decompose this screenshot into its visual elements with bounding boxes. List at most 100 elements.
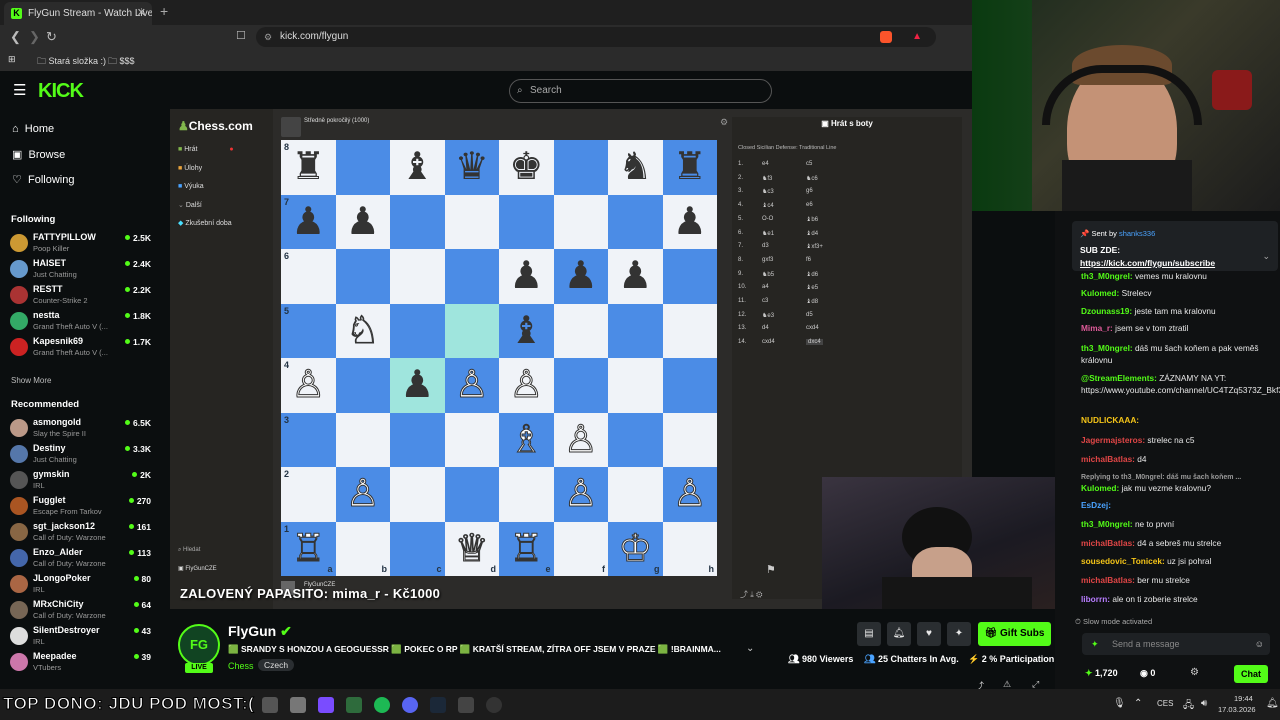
channel-item[interactable]: RESTT Counter-Strike 2 2.2K — [10, 284, 155, 310]
chat-message[interactable]: th3_M0ngrel: vemes mu kralovnu — [1081, 271, 1277, 283]
chat-message[interactable]: EsDzej: — [1081, 500, 1277, 512]
move-white[interactable]: ♞e1 — [762, 230, 774, 237]
square-h5[interactable] — [662, 303, 717, 358]
back-icon[interactable]: ❮ — [10, 29, 21, 45]
black-piece-icon[interactable]: ♝ — [400, 146, 434, 188]
nav-home[interactable]: ⌂ Home — [12, 123, 54, 135]
chat-message[interactable]: Kulomed: Strelecv — [1081, 288, 1277, 300]
square-a7[interactable]: ♟ 7 — [281, 194, 336, 249]
chat-username[interactable]: Jagermajsteros: — [1081, 435, 1145, 445]
chess-menu-more[interactable]: ⌄ Další — [178, 197, 234, 216]
chess-search[interactable]: ⌕ Hledat — [178, 547, 200, 554]
chat-username[interactable]: sousedovic_Tonicek: — [1081, 556, 1165, 566]
volume-icon[interactable]: 🔊︎ — [1201, 698, 1207, 709]
taskbar-app-icon[interactable] — [290, 697, 306, 713]
square-f3[interactable]: ♙ — [553, 412, 608, 467]
black-piece-icon[interactable]: ♟ — [673, 201, 707, 243]
square-a6[interactable]: 6 — [281, 249, 336, 304]
channel-item[interactable]: JLongoPoker IRL 80 — [10, 573, 155, 599]
move-black[interactable]: dxc4 — [806, 339, 823, 346]
chat-username[interactable]: Dzounass19: — [1081, 306, 1132, 316]
notify-bell-icon[interactable]: 🔔︎ — [887, 622, 911, 646]
channel-points[interactable]: ✦ 1,720 — [1085, 668, 1118, 679]
square-h7[interactable]: ♟ — [662, 194, 717, 249]
chat-message[interactable]: Mima_r: jsem se v tom ztratil — [1081, 323, 1277, 335]
chat-username[interactable]: liborrn: — [1081, 594, 1110, 604]
square-c3[interactable] — [390, 412, 445, 467]
chess-board[interactable]: ♜ 8 ♝ ♛ ♚ ♞ ♜ ♟ 7 ♟ ♟ 6 ♟ ♟ ♟ 5 ♘ ♝ ♙ 4 ♟ ♙ ♙ 3 ♗ ♙ 2 ♙ ♙ ♙ ♖ 1 a b c ♕ d ♖ e f… — [281, 140, 717, 576]
move-white[interactable]: ♞b5 — [762, 271, 774, 278]
move-black[interactable]: ♝d4 — [806, 230, 818, 237]
chat-message[interactable]: michalBatlas: d4 a sebreš mu strelce — [1081, 538, 1277, 550]
network-icon[interactable]: 🖧︎ — [1183, 698, 1194, 715]
square-a1[interactable]: ♖ 1 a — [281, 521, 336, 576]
share-icon[interactable]: ⤴ ⤓ ⚙ — [740, 589, 762, 600]
move-white[interactable]: ♞e3 — [762, 312, 774, 319]
chess-menu-learn[interactable]: ■ Výuka — [178, 178, 234, 197]
new-tab-button[interactable]: + — [160, 3, 168, 19]
notification-icon[interactable]: 🔔︎ — [1266, 698, 1279, 709]
move-black[interactable]: f6 — [806, 257, 811, 263]
white-piece-icon[interactable]: ♖ — [291, 527, 326, 570]
points-zero[interactable]: ◉ 0 — [1140, 668, 1155, 679]
square-g2[interactable] — [608, 467, 663, 522]
square-b6[interactable] — [335, 249, 390, 304]
channel-item[interactable]: HAISET Just Chatting 2.4K — [10, 258, 155, 284]
chess-menu-play[interactable]: ■ Hrát ● — [178, 141, 234, 160]
chat-message[interactable]: liborrn: ale on ti zoberie strelce — [1081, 594, 1277, 606]
black-piece-icon[interactable]: ♚ — [509, 146, 543, 188]
square-c4[interactable]: ♟ — [390, 358, 445, 413]
square-g6[interactable]: ♟ — [608, 249, 663, 304]
square-g8[interactable]: ♞ — [608, 140, 663, 195]
square-f1[interactable]: f — [553, 521, 608, 576]
square-h2[interactable]: ♙ — [662, 467, 717, 522]
black-piece-icon[interactable]: ♝ — [509, 310, 543, 352]
square-e1[interactable]: ♖ e — [499, 521, 554, 576]
chat-username[interactable]: th3_M0ngrel: — [1081, 343, 1133, 353]
square-e2[interactable] — [499, 467, 554, 522]
square-e6[interactable]: ♟ — [499, 249, 554, 304]
taskbar-app-icon[interactable] — [346, 697, 362, 713]
chat-send-button[interactable]: Chat — [1234, 665, 1268, 683]
apps-icon[interactable]: ⊞ — [8, 54, 16, 65]
chess-menu-trial[interactable]: ◆ Zkušební doba — [178, 219, 234, 228]
reload-icon[interactable]: ↻ — [46, 29, 57, 45]
channel-item[interactable]: SilentDestroyer IRL 43 — [10, 625, 155, 651]
move-black[interactable]: ♝b6 — [806, 216, 818, 223]
square-d4[interactable]: ♙ — [444, 358, 499, 413]
black-piece-icon[interactable]: ♟ — [400, 364, 434, 406]
black-piece-icon[interactable]: ♟ — [564, 255, 598, 297]
square-h1[interactable]: h — [662, 521, 717, 576]
tab-close-icon[interactable]: ✕ — [137, 2, 146, 25]
move-black[interactable]: e6 — [806, 202, 813, 208]
chat-username[interactable]: michalBatlas: — [1081, 538, 1135, 548]
discord-icon[interactable] — [402, 697, 418, 713]
steam-icon[interactable] — [430, 697, 446, 713]
chat-message[interactable]: Replying to th3_M0ngrel: dáš mu šach koň… — [1081, 472, 1277, 484]
square-e8[interactable]: ♚ — [499, 140, 554, 195]
chat-username[interactable]: NUDLICKAAA: — [1081, 415, 1139, 425]
channel-item[interactable]: Fugglet Escape From Tarkov 270 — [10, 495, 155, 521]
square-f5[interactable] — [553, 303, 608, 358]
chat-message[interactable]: NUDLICKAAA: — [1081, 415, 1277, 427]
move-white[interactable]: d4 — [762, 325, 769, 331]
chat-message[interactable]: th3_M0ngrel: dáš mu šach koňem a pak vem… — [1081, 343, 1277, 366]
square-c1[interactable]: c — [390, 521, 445, 576]
language-tag[interactable]: Czech — [258, 659, 295, 671]
chat-message[interactable]: th3_M0ngrel: ne to první — [1081, 519, 1277, 531]
chat-message[interactable]: @StreamElements: ZÁZNAMY NA YT: https://… — [1081, 373, 1280, 396]
square-h4[interactable] — [662, 358, 717, 413]
taskbar-app-icon[interactable] — [318, 697, 334, 713]
move-black[interactable]: g6 — [806, 188, 813, 194]
square-b1[interactable]: b — [335, 521, 390, 576]
square-g4[interactable] — [608, 358, 663, 413]
square-a4[interactable]: ♙ 4 — [281, 358, 336, 413]
flag-icon[interactable]: ⚑ — [766, 563, 776, 576]
square-g7[interactable] — [608, 194, 663, 249]
tray-up-icon[interactable]: ⌃ — [1134, 698, 1142, 709]
channel-item[interactable]: Meepadee VTubers 39 — [10, 651, 155, 677]
channel-item[interactable]: gymskin IRL 2K — [10, 469, 155, 495]
move-white[interactable]: ♞f3 — [762, 175, 772, 182]
black-piece-icon[interactable]: ♞ — [618, 146, 652, 188]
black-piece-icon[interactable]: ♟ — [291, 201, 325, 243]
